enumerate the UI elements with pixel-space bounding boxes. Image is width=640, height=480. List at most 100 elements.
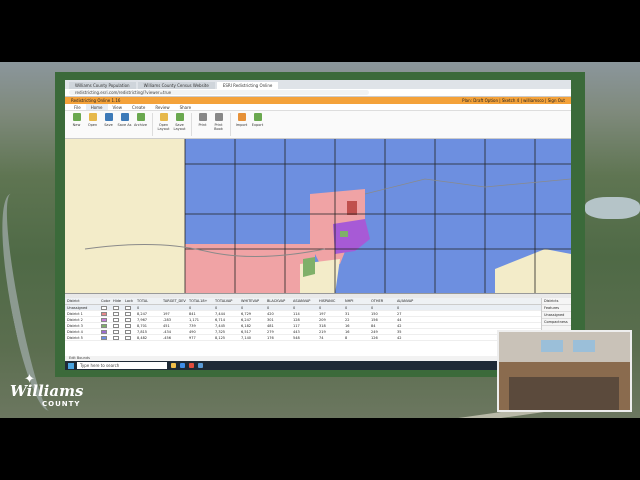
meeting-room-camera bbox=[497, 330, 632, 412]
user-info[interactable]: Plan: Draft Option | Sketch 4 | williams… bbox=[462, 98, 565, 103]
side-panel-tab[interactable]: Unassigned bbox=[542, 312, 571, 319]
windows-taskbar: Type here to search bbox=[65, 361, 571, 370]
browser-window: Williams County Population Williams Coun… bbox=[65, 80, 571, 370]
ribbon-tab-home[interactable]: Home bbox=[85, 104, 108, 110]
table-cell: 977 bbox=[189, 336, 196, 340]
ribbon-button-new[interactable]: New bbox=[69, 113, 84, 136]
color-swatch[interactable] bbox=[101, 318, 107, 322]
lock-checkbox-box[interactable] bbox=[125, 318, 131, 322]
hide-checkbox-box[interactable] bbox=[113, 336, 119, 340]
color-swatch[interactable] bbox=[101, 306, 107, 310]
ribbon-tab-create[interactable]: Create bbox=[127, 104, 150, 110]
ribbon-button-open-layout[interactable]: Open Layout bbox=[156, 113, 171, 136]
hide-checkbox-box[interactable] bbox=[113, 306, 119, 310]
column-header[interactable]: WHITEVAP bbox=[239, 298, 265, 304]
hide-checkbox[interactable] bbox=[111, 311, 123, 316]
color-cell[interactable] bbox=[99, 335, 111, 340]
side-panel-tab[interactable]: Features bbox=[542, 305, 571, 312]
hide-checkbox[interactable] bbox=[111, 317, 123, 322]
district-map[interactable] bbox=[65, 139, 571, 294]
side-panel-tab[interactable]: Districts bbox=[542, 298, 571, 305]
column-header[interactable]: TOTAL18+ bbox=[187, 298, 213, 304]
archive-icon bbox=[136, 113, 145, 121]
table-cell: 7,445 bbox=[215, 324, 226, 328]
column-header[interactable]: TOTAL bbox=[135, 298, 161, 304]
lock-checkbox[interactable] bbox=[123, 311, 135, 316]
column-header[interactable]: Color bbox=[99, 298, 111, 304]
lock-checkbox[interactable] bbox=[123, 305, 135, 310]
color-cell[interactable] bbox=[99, 329, 111, 334]
color-swatch[interactable] bbox=[101, 336, 107, 340]
lock-checkbox-box[interactable] bbox=[125, 324, 131, 328]
ribbon-tab-review[interactable]: Review bbox=[150, 104, 174, 110]
chrome-icon[interactable] bbox=[189, 363, 194, 368]
district-table: District Color Hide Lock TOTAL TARGET_DEV TOTA… bbox=[65, 298, 541, 356]
video-frame: ✦ Williams COUNTY Williams County Popula… bbox=[0, 0, 640, 480]
map-view[interactable] bbox=[65, 139, 571, 294]
hide-checkbox[interactable] bbox=[111, 305, 123, 310]
table-cell: 6,714 bbox=[215, 318, 226, 322]
district-name: Unassigned bbox=[67, 306, 88, 310]
ribbon-button-print-book[interactable]: Print Book bbox=[211, 113, 226, 136]
ribbon-button-archive[interactable]: Archive bbox=[133, 113, 148, 136]
lock-checkbox-box[interactable] bbox=[125, 306, 131, 310]
color-cell[interactable] bbox=[99, 305, 111, 310]
table-cell: 0 bbox=[371, 306, 374, 310]
column-header[interactable]: ASIANVAP bbox=[291, 298, 317, 304]
column-header[interactable]: TARGET_DEV bbox=[161, 298, 187, 304]
lock-checkbox-box[interactable] bbox=[125, 330, 131, 334]
color-cell[interactable] bbox=[99, 311, 111, 316]
browser-tab[interactable]: Williams County Census Website bbox=[137, 82, 215, 89]
edge-icon[interactable] bbox=[180, 363, 185, 368]
hide-checkbox-box[interactable] bbox=[113, 312, 119, 316]
ribbon-button-export[interactable]: Export bbox=[250, 113, 265, 136]
table-row[interactable]: District 5 8,482 -456 977 8,125 7,140 176 548 74… bbox=[65, 335, 541, 341]
hide-checkbox[interactable] bbox=[111, 329, 123, 334]
lock-checkbox[interactable] bbox=[123, 335, 135, 340]
browser-tab-active[interactable]: ESRI Redistricting Online bbox=[216, 82, 279, 89]
hide-checkbox-box[interactable] bbox=[113, 324, 119, 328]
url-field[interactable]: redistricting.esri.com/redistricting/?vi… bbox=[69, 90, 369, 95]
color-swatch[interactable] bbox=[101, 312, 107, 316]
open-icon bbox=[88, 113, 97, 121]
file-explorer-icon[interactable] bbox=[171, 363, 176, 368]
column-header[interactable]: Lock bbox=[123, 298, 135, 304]
hide-checkbox-box[interactable] bbox=[113, 318, 119, 322]
lock-checkbox[interactable] bbox=[123, 317, 135, 322]
column-header[interactable]: District bbox=[65, 298, 99, 304]
ribbon-button-import[interactable]: Import bbox=[234, 113, 249, 136]
color-cell[interactable] bbox=[99, 317, 111, 322]
hide-checkbox[interactable] bbox=[111, 335, 123, 340]
column-header[interactable]: HISPANIC bbox=[317, 298, 343, 304]
column-header[interactable]: BLACKVAP bbox=[265, 298, 291, 304]
ribbon-button-print[interactable]: Print bbox=[195, 113, 210, 136]
lock-checkbox-box[interactable] bbox=[125, 312, 131, 316]
column-header[interactable]: TOTALVAP bbox=[213, 298, 239, 304]
ribbon-tab-view[interactable]: View bbox=[108, 104, 128, 110]
lock-checkbox[interactable] bbox=[123, 323, 135, 328]
lock-checkbox-box[interactable] bbox=[125, 336, 131, 340]
table-cell: 301 bbox=[267, 318, 274, 322]
browser-tab[interactable]: Williams County Population bbox=[69, 82, 136, 89]
ribbon-button-save-as[interactable]: Save As bbox=[117, 113, 132, 136]
ribbon-tab-file[interactable]: File bbox=[69, 104, 86, 110]
color-cell[interactable] bbox=[99, 323, 111, 328]
windows-start-icon[interactable] bbox=[68, 362, 74, 369]
column-header[interactable]: NHPI bbox=[343, 298, 369, 304]
outlook-icon[interactable] bbox=[198, 363, 203, 368]
color-swatch[interactable] bbox=[101, 330, 107, 334]
column-header[interactable]: OTHER bbox=[369, 298, 395, 304]
column-header[interactable]: AI/ANVAP bbox=[395, 298, 421, 304]
taskbar-search[interactable]: Type here to search bbox=[77, 362, 167, 369]
ribbon-button-save[interactable]: Save bbox=[101, 113, 116, 136]
ribbon-button-open[interactable]: Open bbox=[85, 113, 100, 136]
color-swatch[interactable] bbox=[101, 324, 107, 328]
hide-checkbox-box[interactable] bbox=[113, 330, 119, 334]
side-panel-tab[interactable]: Compactness bbox=[542, 319, 571, 326]
ribbon-button-save-layout[interactable]: Save Layout bbox=[172, 113, 187, 136]
table-cell: 0 bbox=[345, 306, 348, 310]
ribbon-tab-share[interactable]: Share bbox=[175, 104, 197, 110]
hide-checkbox[interactable] bbox=[111, 323, 123, 328]
lock-checkbox[interactable] bbox=[123, 329, 135, 334]
column-header[interactable]: Hide bbox=[111, 298, 123, 304]
